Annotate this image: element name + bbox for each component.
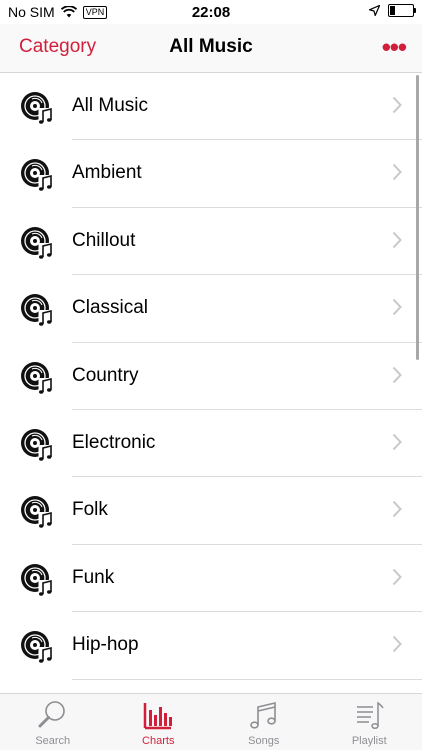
category-label: Electronic (72, 431, 156, 453)
music-disc-icon (20, 293, 54, 327)
tab-label: Search (35, 735, 71, 747)
category-row[interactable]: Chillout (0, 208, 422, 276)
music-disc-icon (20, 428, 54, 462)
charts-icon (141, 698, 175, 732)
category-row[interactable]: All Music (0, 73, 422, 141)
chevron-right-icon (392, 231, 402, 249)
category-label: Hip-hop (72, 634, 139, 656)
battery-icon (388, 4, 416, 17)
music-note-icon (247, 698, 281, 732)
category-row[interactable]: Electronic (0, 410, 422, 478)
location-arrow-icon (369, 5, 380, 16)
tab-search[interactable]: Search (0, 694, 106, 750)
status-time: 22:08 (191, 4, 231, 21)
category-label: Classical (72, 297, 149, 319)
tab-charts[interactable]: Charts (106, 694, 212, 750)
music-disc-icon (20, 226, 54, 260)
category-row[interactable]: Funk (0, 545, 422, 613)
chevron-right-icon (392, 298, 402, 316)
chevron-right-icon (392, 500, 402, 518)
category-label: Funk (72, 566, 115, 588)
category-label: Folk (72, 499, 108, 521)
music-disc-icon (20, 630, 54, 664)
status-right (369, 4, 416, 17)
chevron-right-icon (392, 163, 402, 181)
tab-label: Charts (142, 735, 175, 747)
tab-label: Playlist (351, 735, 387, 747)
battery-fill (390, 6, 395, 15)
category-list[interactable]: All Music Ambient Chillout Classical Cou… (0, 73, 422, 693)
nav-bar: Category All Music ••• (0, 24, 422, 73)
category-row[interactable]: Folk (0, 477, 422, 545)
chevron-right-icon (392, 568, 402, 586)
row-separator (72, 678, 422, 680)
category-label: Chillout (72, 229, 136, 251)
chevron-right-icon (392, 96, 402, 114)
category-row[interactable]: Hip-hop (0, 612, 422, 680)
category-row[interactable]: Country (0, 343, 422, 410)
music-disc-icon (20, 495, 54, 529)
tab-label: Songs (248, 735, 280, 747)
chevron-right-icon (392, 433, 402, 451)
category-back-button[interactable]: Category (19, 36, 96, 58)
chevron-right-icon (392, 635, 402, 653)
scrollbar[interactable] (416, 75, 419, 360)
music-disc-icon (20, 91, 54, 125)
category-label: Country (72, 364, 139, 386)
chevron-right-icon (392, 366, 402, 384)
search-icon (36, 698, 70, 732)
music-disc-icon (20, 158, 54, 192)
tab-bar: Search Charts Songs Playlist (0, 693, 422, 750)
category-row[interactable]: Ambient (0, 140, 422, 208)
tab-songs[interactable]: Songs (211, 694, 317, 750)
tab-playlist[interactable]: Playlist (317, 694, 422, 750)
category-row[interactable]: Classical (0, 275, 422, 343)
more-button[interactable]: ••• (382, 32, 407, 63)
category-label: Ambient (72, 162, 142, 184)
category-label: All Music (72, 95, 149, 116)
status-bar: No SIM VPN 22:08 (0, 0, 422, 24)
playlist-icon (352, 698, 386, 732)
music-disc-icon (20, 563, 54, 597)
music-disc-icon (20, 361, 54, 395)
